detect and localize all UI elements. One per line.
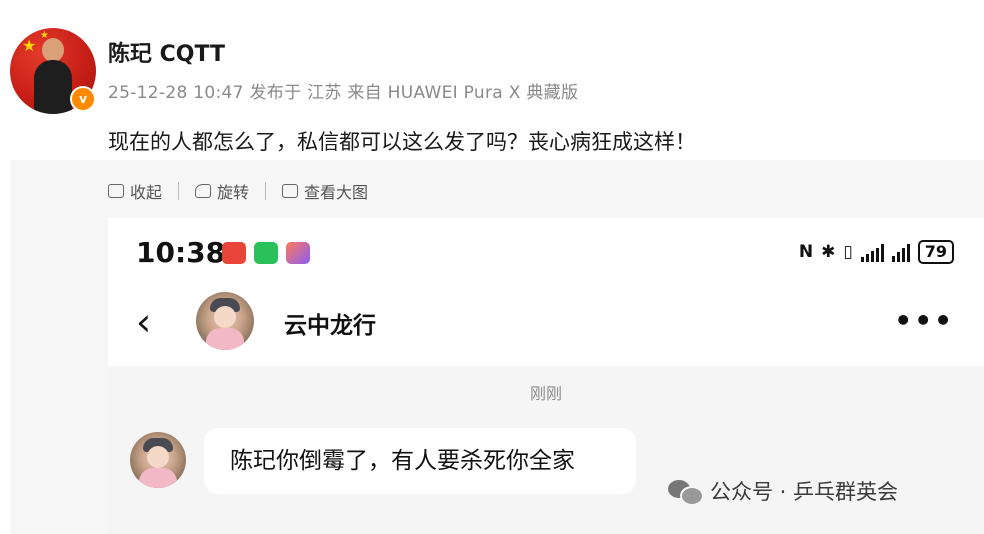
battery-indicator: 79 — [917, 240, 954, 264]
rotate-icon — [195, 184, 212, 198]
bluetooth-icon: ✱ — [821, 242, 836, 262]
watermark: 公众号 · 乒乓群英会 — [668, 476, 898, 506]
wifi-signal-icon — [860, 242, 884, 262]
status-bar: 10:38 N ✱ ▯ 79 — [108, 218, 984, 286]
contact-name: 云中龙行 — [284, 313, 376, 339]
more-options-button[interactable]: ••• — [894, 304, 954, 337]
chat-header: ‹ 云中龙行 ••• — [108, 286, 984, 366]
app-notification-icon — [222, 242, 246, 264]
watermark-text: 公众号 · 乒乓群英会 — [710, 480, 899, 504]
message-bubble[interactable]: 陈玘你倒霉了，有人要杀死你全家 — [204, 428, 636, 494]
vibrate-icon: ▯ — [843, 242, 853, 262]
collapse-icon — [108, 184, 124, 198]
back-button[interactable]: ‹ — [136, 300, 151, 344]
rotate-button[interactable]: 旋转 — [195, 179, 249, 203]
wechat-icon — [254, 242, 278, 264]
toolbar-divider — [178, 182, 180, 200]
avatar-face — [214, 306, 236, 328]
collapse-button[interactable]: 收起 — [108, 179, 162, 203]
toolbar-divider — [265, 182, 267, 200]
author-name[interactable]: 陈玘 CQTT — [108, 36, 225, 68]
avatar-head — [42, 38, 64, 62]
avatar-body — [34, 60, 72, 114]
post-text: 现在的人都怎么了，私信都可以这么发了吗？丧心病狂成这样！ — [108, 130, 696, 154]
image-toolbar: 收起 旋转 查看大图 — [108, 178, 368, 204]
app-notification-icon — [286, 242, 310, 264]
status-time: 10:38 — [136, 236, 226, 269]
view-large-label: 查看大图 — [304, 183, 369, 202]
post-header: ★ ★ v 陈玘 CQTT 25-12-28 10:47 发布于 江苏 来自 H… — [10, 22, 974, 122]
contact-avatar[interactable] — [196, 292, 254, 350]
cell-signal-icon — [891, 242, 910, 262]
view-large-icon — [282, 184, 299, 198]
wechat-official-account-icon — [668, 478, 704, 506]
nfc-icon: N — [798, 242, 814, 262]
avatar-body — [139, 468, 177, 488]
post-meta: 25-12-28 10:47 发布于 江苏 来自 HUAWEI Pura X 典… — [108, 83, 579, 103]
message-area: 刚刚 陈玘你倒霉了，有人要杀死你全家 — [108, 366, 984, 534]
collapse-label: 收起 — [130, 183, 163, 202]
status-icons: N ✱ ▯ 79 — [799, 240, 954, 264]
message-timestamp: 刚刚 — [529, 384, 562, 403]
avatar-body — [206, 328, 244, 350]
flag-star-icon: ★ — [22, 36, 37, 55]
sender-avatar[interactable] — [130, 432, 186, 488]
verified-badge-icon: v — [70, 86, 96, 112]
rotate-label: 旋转 — [217, 183, 250, 202]
view-large-button[interactable]: 查看大图 — [282, 179, 368, 203]
avatar-face — [147, 446, 169, 468]
